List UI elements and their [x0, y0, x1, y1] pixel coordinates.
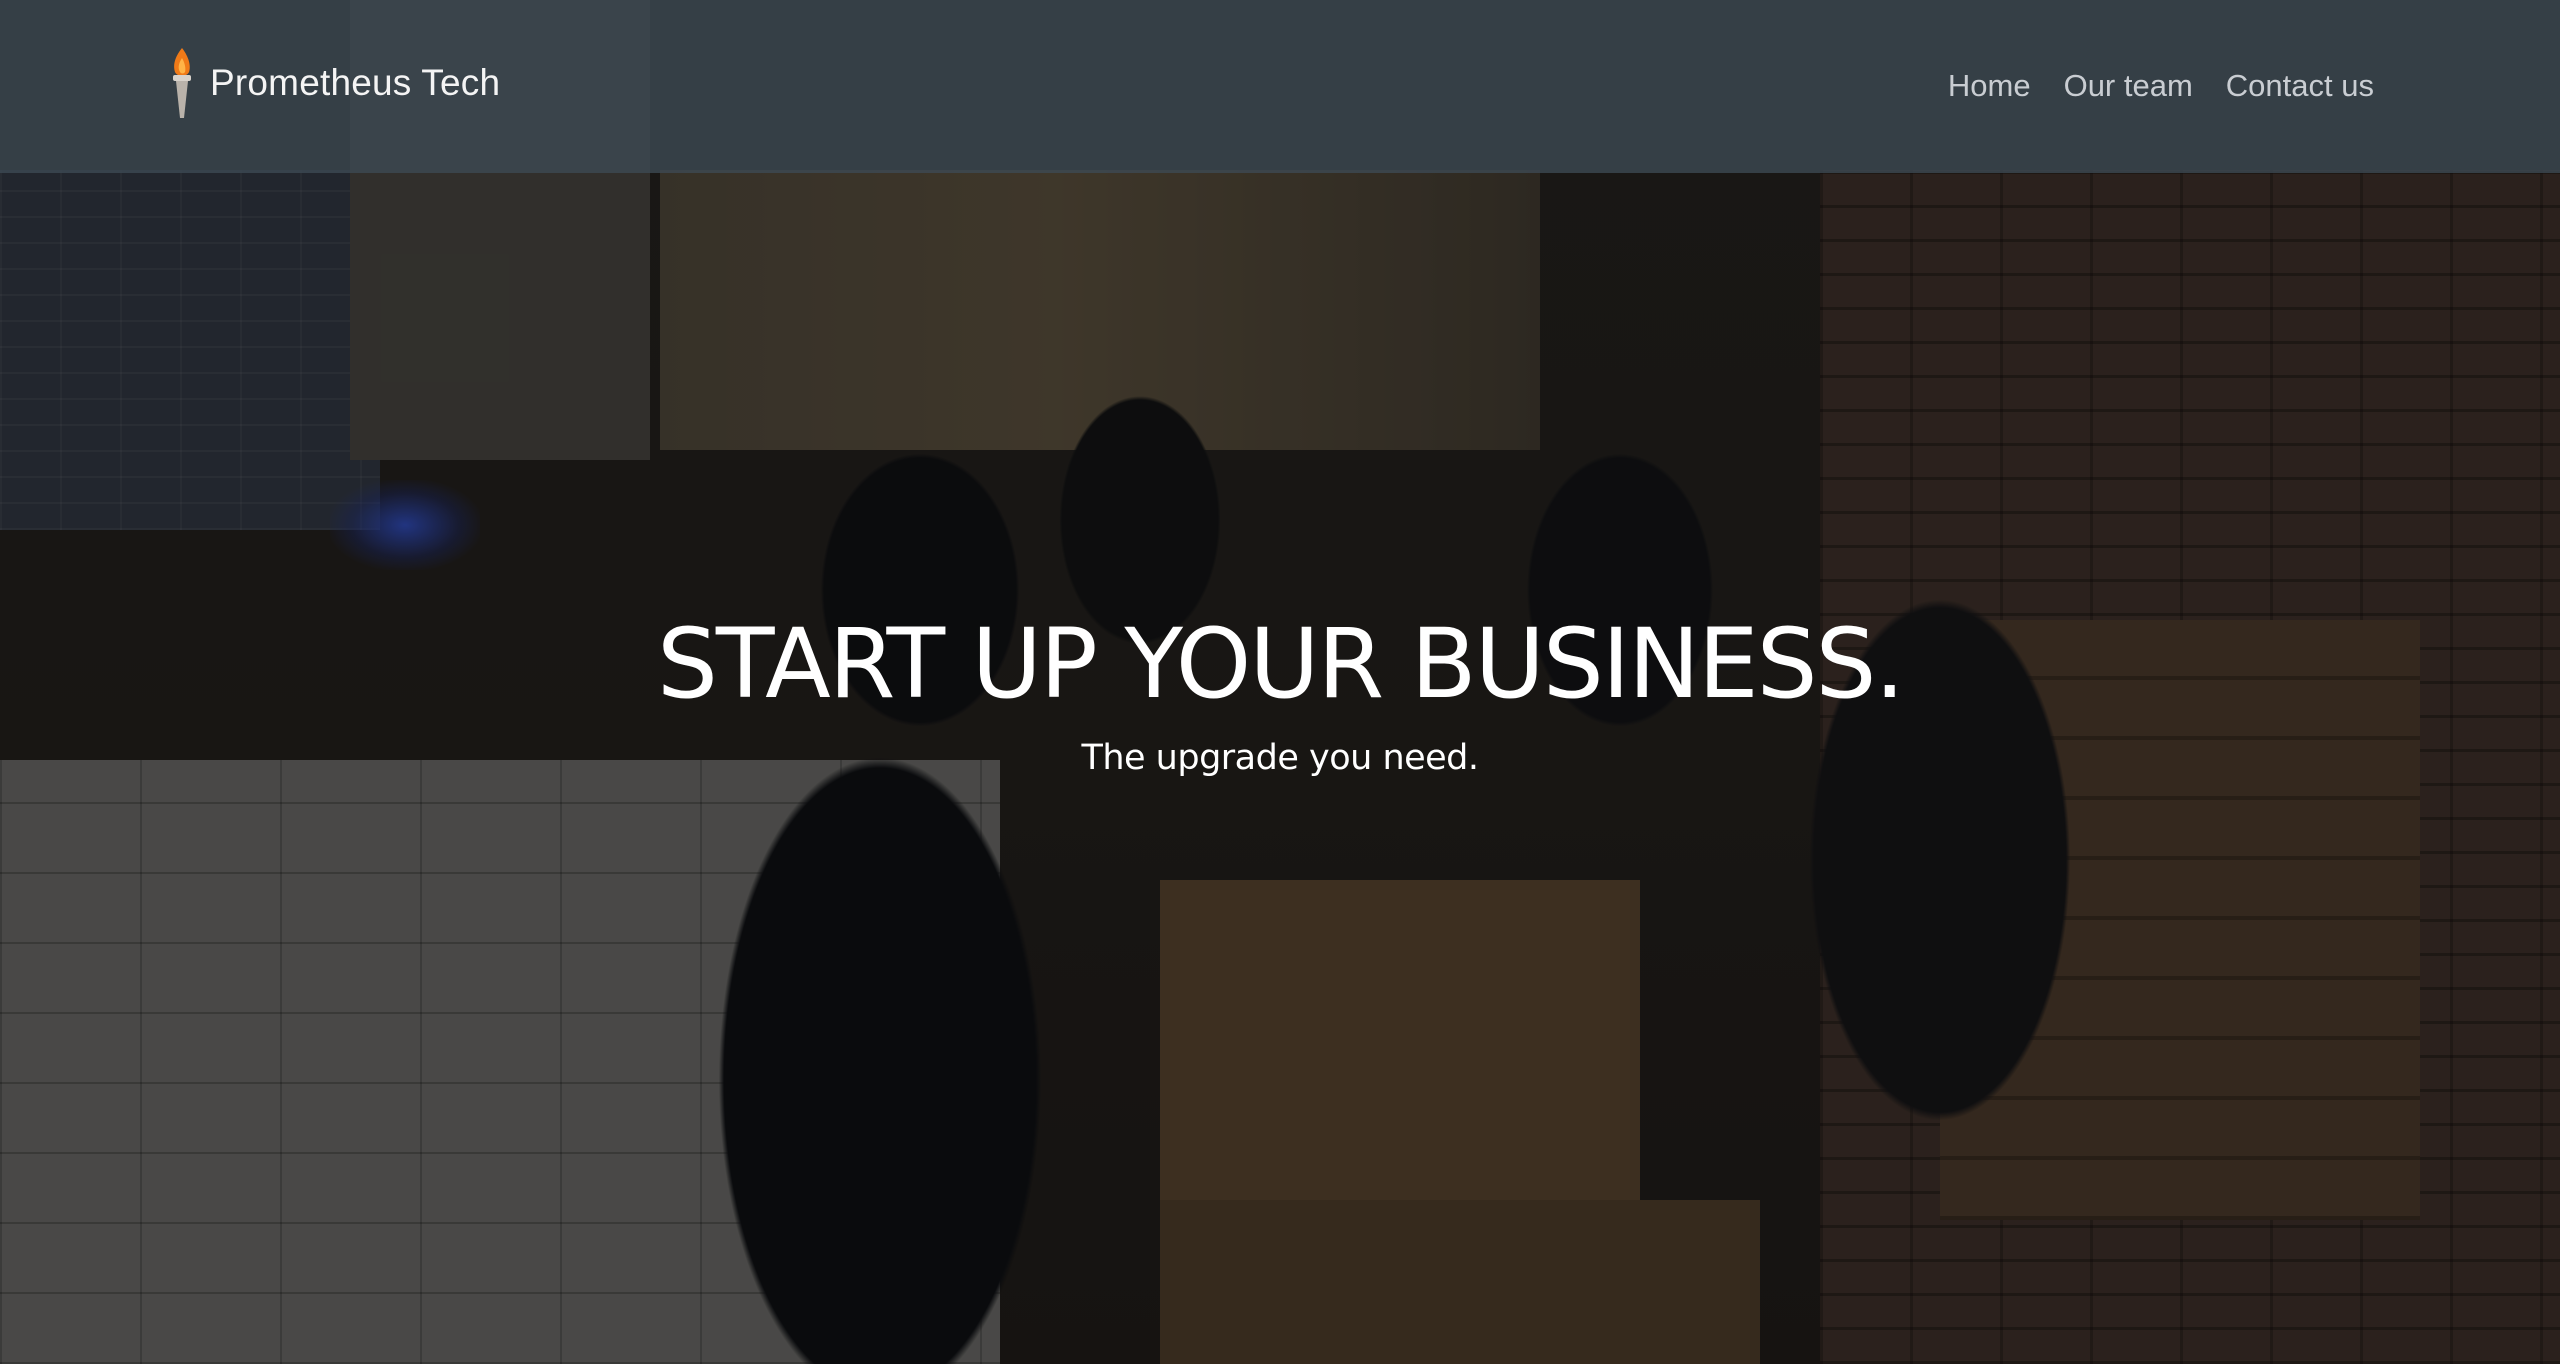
nav-link-our-team[interactable]: Our team — [2064, 68, 2193, 104]
page: Prometheus Tech Home Our team Contact us… — [0, 0, 2560, 1364]
hero-text: START UP YOUR BUSINESS. The upgrade you … — [0, 600, 2560, 782]
top-navbar: Prometheus Tech Home Our team Contact us — [0, 0, 2560, 173]
nav-links: Home Our team Contact us — [1948, 68, 2374, 104]
hero-subtitle: The upgrade you need. — [1081, 738, 1479, 778]
brand-name: Prometheus Tech — [210, 62, 501, 103]
torch-icon — [173, 48, 191, 118]
nav-link-home[interactable]: Home — [1948, 68, 2031, 104]
brand-link[interactable]: Prometheus Tech — [168, 44, 500, 124]
hero-title: START UP YOUR BUSINESS. — [656, 608, 1905, 720]
nav-link-contact-us[interactable]: Contact us — [2226, 68, 2374, 104]
